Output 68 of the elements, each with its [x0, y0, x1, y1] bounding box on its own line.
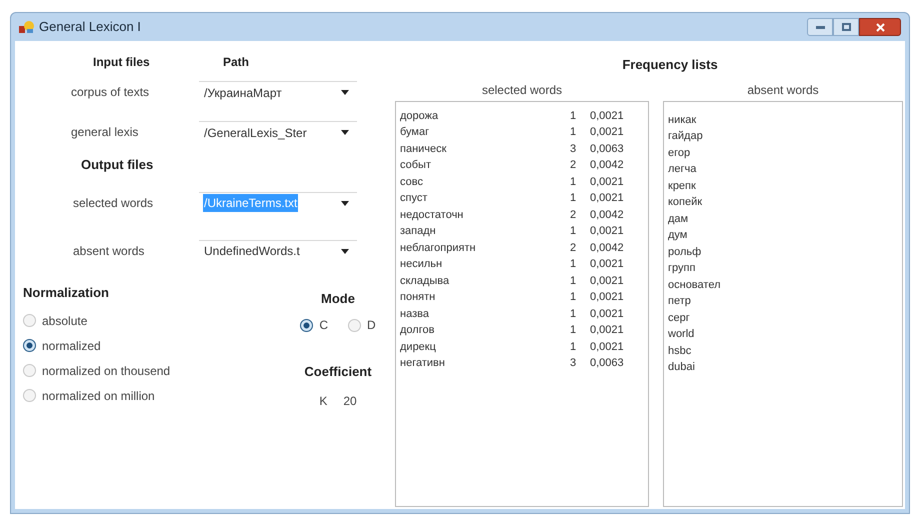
field-label: absent words — [73, 242, 146, 260]
list-row[interactable]: событ 2 0,0042 — [400, 157, 644, 174]
window-title: General Lexicon I — [39, 18, 141, 36]
list-item[interactable]: hsbc — [668, 342, 898, 359]
list-item[interactable]: гайдар — [668, 128, 898, 144]
list-item[interactable]: рольф — [668, 244, 898, 260]
path-dropdown[interactable]: /GeneralLexis_Ster — [199, 121, 357, 143]
column-heading: Path — [223, 54, 250, 71]
close-icon — [876, 22, 884, 32]
app-icon — [19, 20, 35, 34]
list-item[interactable]: петр — [668, 293, 898, 310]
list-row[interactable]: понятн 1 0,0021 — [400, 289, 644, 306]
list-item[interactable]: егор — [668, 144, 898, 161]
list-item[interactable]: world — [668, 326, 898, 342]
coefficient-field[interactable]: 20 — [343, 392, 357, 410]
list-row[interactable]: дирекц 1 0,0021 — [400, 338, 644, 355]
field-label: selected words — [73, 194, 154, 212]
list-header: selected words — [482, 82, 562, 98]
section-heading: Input files — [93, 54, 151, 71]
radio-label: normalized on million — [42, 388, 155, 404]
list-row[interactable]: долгов 1 0,0021 — [400, 322, 644, 338]
list-row[interactable]: дорожа 1 0,0021 — [400, 108, 644, 124]
list-row[interactable]: бумаг 1 0,0021 — [400, 124, 644, 140]
section-heading: Coefficient — [304, 363, 372, 381]
field-label: general lexis — [71, 124, 140, 141]
radio-label: C — [319, 317, 328, 334]
radio-button[interactable] — [300, 318, 314, 332]
list-item[interactable]: основател — [668, 276, 898, 293]
path-dropdown[interactable]: UndefinedWords.t — [199, 240, 357, 262]
list-row[interactable]: несильн 1 0,0021 — [400, 256, 644, 272]
dropdown-arrow-icon — [341, 248, 349, 254]
list-row[interactable]: западн 1 0,0021 — [400, 223, 644, 240]
section-heading: Normalization — [23, 284, 110, 302]
list-item[interactable]: групп — [668, 260, 898, 276]
list-row[interactable]: недостаточн 2 0,0042 — [400, 206, 644, 223]
dropdown-arrow-icon — [341, 200, 349, 206]
field-label: corpus of texts — [71, 84, 150, 101]
list-item[interactable]: легча — [668, 161, 898, 178]
radio-label: absolute — [42, 312, 88, 330]
radio-label: D — [367, 317, 376, 334]
list-item[interactable]: никак — [668, 112, 898, 128]
list-item[interactable]: серг — [668, 310, 898, 326]
list-row[interactable]: назва 1 0,0021 — [400, 306, 644, 322]
list-item[interactable]: дам — [668, 210, 898, 227]
section-heading: Output files — [81, 156, 154, 174]
radio-label: normalized on thousend — [42, 362, 170, 380]
dropdown-arrow-icon — [341, 90, 349, 95]
radio-button[interactable] — [23, 339, 36, 352]
dropdown-arrow-icon — [341, 130, 349, 135]
section-heading: Frequency lists — [622, 56, 718, 74]
list-item[interactable]: копейк — [668, 194, 898, 210]
list-row[interactable]: складыва 1 0,0021 — [400, 272, 644, 289]
field-label: K — [319, 392, 328, 410]
maximize-button[interactable] — [833, 18, 859, 36]
list-row[interactable]: паническ 3 0,0063 — [400, 140, 644, 157]
path-dropdown[interactable]: /УкраинаМарт — [199, 81, 357, 103]
close-button[interactable] — [859, 18, 901, 36]
list-row[interactable]: совс 1 0,0021 — [400, 174, 644, 190]
list-item[interactable]: dubai — [668, 359, 898, 376]
list-item[interactable]: дум — [668, 227, 898, 244]
list-row[interactable]: спуст 1 0,0021 — [400, 190, 644, 206]
minimize-button[interactable] — [807, 18, 833, 36]
radio-label: normalized — [42, 338, 101, 354]
section-heading: Mode — [321, 290, 355, 308]
list-item[interactable]: крепк — [668, 178, 898, 194]
list-row[interactable]: неблагоприятн 2 0,0042 — [400, 240, 644, 256]
list-row[interactable]: негативн 3 0,0063 — [400, 355, 644, 372]
list-header: absent words — [747, 82, 819, 98]
